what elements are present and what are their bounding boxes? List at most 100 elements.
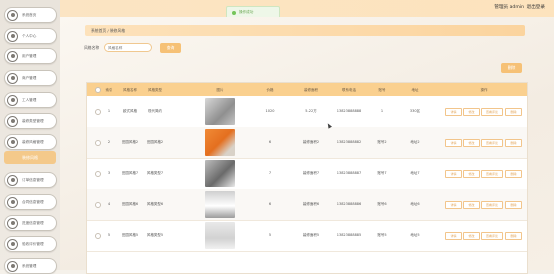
search-input[interactable]: [104, 43, 152, 52]
cell-type: 田园风格2: [146, 140, 164, 144]
menu-circle-icon: [7, 72, 18, 84]
menu-circle-icon: [7, 9, 18, 21]
row-checkbox[interactable]: [95, 202, 101, 208]
cell-index: 4: [107, 202, 111, 206]
sidebar-item-0[interactable]: 系统首页: [4, 7, 57, 23]
action-button-0[interactable]: 详情: [445, 201, 462, 209]
row-checkbox[interactable]: [95, 140, 101, 146]
sidebar-item-label: 商户管理: [22, 75, 37, 80]
cell-index: 2: [107, 140, 111, 144]
select-all-checkbox[interactable]: [95, 87, 101, 93]
column-header: 索引: [105, 88, 113, 92]
toast-text: 操作成功: [239, 10, 254, 14]
menu-circle-icon: [7, 217, 18, 229]
action-button-3[interactable]: 删除: [505, 139, 522, 147]
sidebar-item-10[interactable]: 进度信息管理: [4, 215, 57, 231]
sidebar: 系统首页个人中心用户管理商户管理工人管理装修类型管理 装修风格管理 装修风格订单信息…: [0, 0, 61, 274]
table-row: 5 田园风格5 风格类型5 5 装修面积5 13823888885 账号5 地址5 详情 修改 查看…: [87, 220, 527, 252]
cell-phone: 13823888886: [336, 202, 362, 206]
sidebar-item-9[interactable]: 合同信息管理: [4, 194, 57, 210]
menu-circle-icon: [7, 238, 18, 250]
action-button-2[interactable]: 查看评论: [481, 232, 503, 240]
action-button-0[interactable]: 详情: [445, 170, 462, 178]
action-button-1[interactable]: 修改: [463, 232, 480, 240]
cell-phone: 13823888888: [336, 109, 362, 113]
cell-area: 装修面积7: [302, 171, 320, 175]
action-button-3[interactable]: 删除: [505, 108, 522, 116]
style-table: 索引 风格名称 风格类型 图片 价格 装修面积 联系电话 账号 地址 操作 1 欧式风格 现代简约 10…: [86, 82, 528, 274]
sidebar-item-active[interactable]: 装修风格: [4, 151, 56, 164]
sidebar-item-4[interactable]: 工人管理: [4, 92, 57, 108]
cell-name: 田园风格2: [121, 140, 139, 144]
cell-name: 田园风格5: [121, 233, 139, 237]
column-header: 风格名称: [123, 88, 137, 92]
cell-account: 账号7: [377, 171, 387, 175]
action-button-3[interactable]: 删除: [505, 232, 522, 240]
menu-circle-icon: [7, 30, 18, 42]
column-header: 装修面积: [304, 88, 318, 92]
sidebar-item-2[interactable]: 用户管理: [4, 48, 57, 64]
cell-area: 装修面积2: [302, 140, 320, 144]
cell-type: 风格类型6: [146, 202, 164, 206]
cell-area: 装修面积5: [302, 233, 320, 237]
table-row: 1 欧式风格 现代简约 1020 5-22方 13823888888 1 330区 详情 修改 查看…: [87, 96, 527, 128]
sidebar-item-3[interactable]: 商户管理: [4, 70, 57, 86]
cell-phone: 13823888887: [336, 171, 362, 175]
table-header: 索引 风格名称 风格类型 图片 价格 装修面积 联系电话 账号 地址 操作: [87, 83, 527, 96]
action-button-2[interactable]: 查看评论: [481, 201, 503, 209]
cell-account: 账号2: [377, 140, 387, 144]
table-row: 4 田园风格6 风格类型6 6 装修面积6 13823888886 账号6 地址6 详情 修改 查看…: [87, 189, 527, 221]
action-button-0[interactable]: 详情: [445, 139, 462, 147]
sidebar-item-12[interactable]: 系统管理: [4, 258, 57, 274]
cell-name: 田园风格6: [121, 202, 139, 206]
action-button-2[interactable]: 查看评论: [481, 139, 503, 147]
action-button-0[interactable]: 详情: [445, 108, 462, 116]
sidebar-item-5[interactable]: 装修类型管理: [4, 113, 57, 129]
row-checkbox[interactable]: [95, 109, 101, 115]
sidebar-item-label: 系统管理: [22, 263, 37, 268]
sidebar-item-label: 订单信息管理: [22, 177, 44, 182]
cell-price: 1020: [265, 109, 275, 113]
cell-name: 欧式风格: [123, 109, 137, 113]
sidebar-item-label: 用户管理: [22, 53, 37, 58]
style-thumbnail-image: [205, 160, 235, 187]
row-checkbox[interactable]: [95, 233, 101, 239]
breadcrumb: 系统首页 / 装修风格: [85, 25, 525, 36]
cell-type: 现代简约: [148, 109, 162, 113]
style-thumbnail-image: [205, 129, 235, 156]
sidebar-item-label: 合同信息管理: [22, 199, 44, 204]
action-button-1[interactable]: 修改: [463, 201, 480, 209]
sidebar-item-label: 工人管理: [22, 97, 37, 102]
action-button-1[interactable]: 修改: [463, 139, 480, 147]
sidebar-item-8[interactable]: 订单信息管理: [4, 172, 57, 188]
action-button-3[interactable]: 删除: [505, 170, 522, 178]
top-bar: 管理员 admin 退出登录: [60, 0, 554, 18]
action-button-1[interactable]: 修改: [463, 170, 480, 178]
sidebar-item-6[interactable]: 装修风格管理: [4, 134, 57, 150]
action-button-3[interactable]: 删除: [505, 201, 522, 209]
cell-account: 账号6: [377, 202, 387, 206]
logout-link[interactable]: 退出登录: [527, 4, 545, 10]
cell-account: 账号5: [377, 233, 387, 237]
action-button-0[interactable]: 详情: [445, 232, 462, 240]
table-row: 3 田园风格7 风格类型7 7 装修面积7 13823888887 账号7 地址7 详情 修改 查看…: [87, 158, 527, 190]
row-checkbox[interactable]: [95, 171, 101, 177]
cell-index: 1: [107, 109, 111, 113]
column-header: 图片: [216, 88, 224, 92]
cell-price: 6: [268, 140, 272, 144]
sidebar-item-label: 系统首页: [22, 12, 37, 17]
column-header: 操作: [480, 88, 488, 92]
cell-price: 6: [268, 202, 272, 206]
delete-button[interactable]: 删除: [501, 63, 522, 73]
cell-address: 地址6: [410, 202, 420, 206]
cell-price: 7: [268, 171, 272, 175]
sidebar-item-1[interactable]: 个人中心: [4, 28, 57, 44]
action-button-2[interactable]: 查看评论: [481, 170, 503, 178]
query-button[interactable]: 查询: [160, 43, 181, 53]
cell-index: 5: [107, 233, 111, 237]
cell-area: 5-22方: [305, 109, 317, 113]
action-button-1[interactable]: 修改: [463, 108, 480, 116]
sidebar-item-11[interactable]: 验收评价管理: [4, 236, 57, 252]
action-button-2[interactable]: 查看评论: [481, 108, 503, 116]
menu-circle-icon: [7, 136, 18, 148]
